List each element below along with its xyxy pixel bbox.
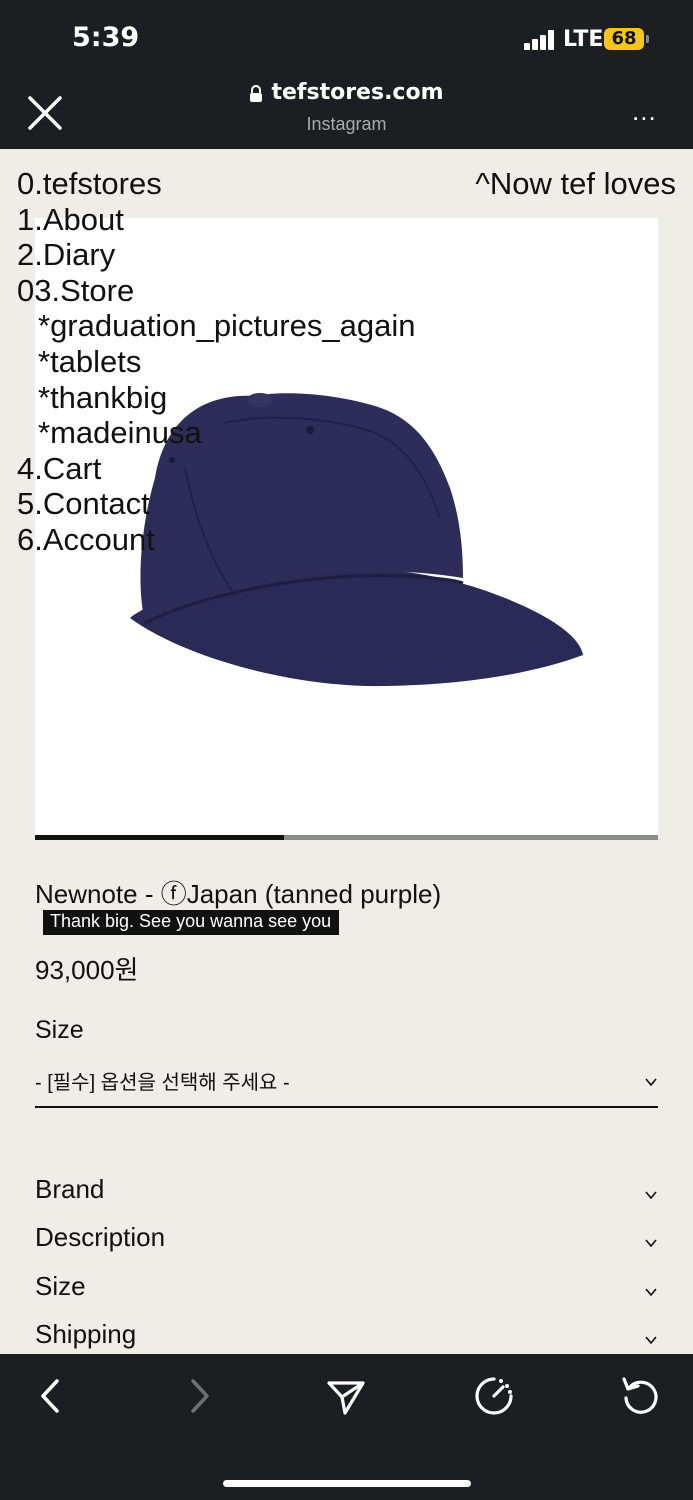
site-nav-menu: 0.tefstores 1.About 2.Diary 03.Store *gr… xyxy=(17,166,415,558)
product-tagline: Thank big. See you wanna see you xyxy=(43,910,340,935)
chevron-down-icon xyxy=(644,1275,658,1297)
nav-item-store[interactable]: 03.Store xyxy=(17,273,415,309)
status-time: 5:39 xyxy=(72,22,140,53)
image-carousel-progress xyxy=(35,835,658,840)
source-label: Instagram xyxy=(306,113,387,134)
nav-item-about[interactable]: 1.About xyxy=(17,202,415,238)
home-indicator xyxy=(223,1480,471,1487)
nav-item-home[interactable]: 0.tefstores xyxy=(17,166,415,202)
browser-toolbar xyxy=(0,1354,693,1500)
forward-icon[interactable] xyxy=(176,1373,222,1419)
address-area[interactable]: tefstores.com Instagram xyxy=(0,80,693,135)
signal-icon xyxy=(524,30,556,50)
accordion-label: Shipping xyxy=(35,1319,137,1349)
nav-item-diary[interactable]: 2.Diary xyxy=(17,237,415,273)
size-select[interactable]: - [필수] 옵션을 선택해 주세요 - xyxy=(35,1062,658,1108)
image-progress-fill xyxy=(35,835,285,840)
battery-tip xyxy=(646,35,649,43)
speed-icon[interactable] xyxy=(471,1373,517,1419)
share-icon[interactable] xyxy=(323,1373,369,1419)
size-option-label: Size xyxy=(35,1016,84,1044)
chevron-down-icon xyxy=(644,1226,658,1248)
accordion-shipping[interactable]: Shipping xyxy=(35,1319,658,1359)
network-label: LTE xyxy=(563,27,604,52)
product-price: 93,000원 xyxy=(35,955,139,985)
status-bar: 5:39 LTE 68 xyxy=(0,0,693,78)
chevron-down-icon xyxy=(644,1178,658,1200)
accordion-brand[interactable]: Brand xyxy=(35,1174,658,1214)
accordion-size[interactable]: Size xyxy=(35,1271,658,1311)
nav-subitem-graduation[interactable]: *graduation_pictures_again xyxy=(17,308,415,344)
back-icon[interactable] xyxy=(28,1373,74,1419)
chevron-down-icon xyxy=(644,1323,658,1345)
nav-subitem-madeinusa[interactable]: *madeinusa xyxy=(17,415,415,451)
size-select-value: - [필수] 옵션을 선택해 주세요 - xyxy=(35,1072,290,1094)
accordion-label: Brand xyxy=(35,1174,105,1204)
url-text: tefstores.com xyxy=(271,80,444,105)
now-tef-loves-link[interactable]: ^Now tef loves xyxy=(475,166,676,202)
browser-header: tefstores.com Instagram ... xyxy=(0,78,693,149)
product-title: Newnote - ⓕJapan (tanned purple) xyxy=(35,879,442,909)
nav-item-cart[interactable]: 4.Cart xyxy=(17,451,415,487)
chevron-down-icon xyxy=(644,1072,658,1087)
lock-icon xyxy=(249,84,263,102)
battery-icon: 68 xyxy=(604,28,644,50)
url-row: tefstores.com xyxy=(249,80,444,105)
accordion-description[interactable]: Description xyxy=(35,1222,658,1262)
nav-subitem-tablets[interactable]: *tablets xyxy=(17,344,415,380)
nav-item-contact[interactable]: 5.Contact xyxy=(17,486,415,522)
nav-subitem-thankbig[interactable]: *thankbig xyxy=(17,380,415,416)
accordion-label: Size xyxy=(35,1271,86,1301)
accordion-label: Description xyxy=(35,1222,166,1252)
reload-icon[interactable] xyxy=(618,1373,664,1419)
nav-item-account[interactable]: 6.Account xyxy=(17,522,415,558)
more-options-icon[interactable]: ... xyxy=(632,98,657,124)
